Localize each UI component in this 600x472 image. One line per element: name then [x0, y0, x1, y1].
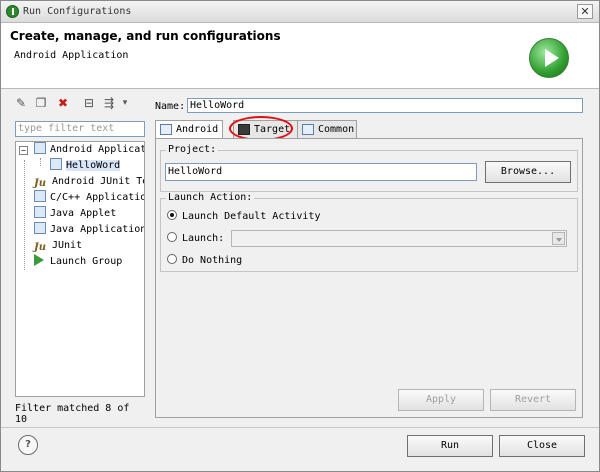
- launch-default-activity-radio[interactable]: Launch Default Activity: [167, 210, 320, 224]
- tree-item-label: HelloWord: [66, 160, 121, 171]
- radio-selected-icon: [167, 210, 177, 220]
- common-tab-icon: [302, 124, 314, 135]
- tree-guide-line: [40, 158, 41, 166]
- do-nothing-radio[interactable]: Do Nothing: [167, 254, 242, 268]
- project-label: Project:: [166, 144, 219, 155]
- configuration-editor-panel: Name: HelloWord Android Target Common Pr…: [149, 93, 593, 421]
- new-configuration-icon[interactable]: ✎: [13, 95, 29, 111]
- launch-action-group: Launch Action: Launch Default Activity L…: [160, 192, 578, 272]
- close-window-button[interactable]: ✕: [577, 4, 593, 19]
- tree-item-cpp-application[interactable]: C/C++ Applicatio: [34, 190, 145, 206]
- tree-item-label: C/C++ Applicatio: [50, 192, 145, 203]
- c-app-icon: [34, 190, 46, 202]
- radio-icon: [167, 232, 177, 242]
- collapse-all-icon[interactable]: ⊟: [81, 95, 97, 111]
- project-field[interactable]: HelloWord: [165, 163, 477, 181]
- android-tab-icon: [160, 124, 172, 135]
- tree-item-label: Android JUnit Te: [52, 176, 145, 187]
- launch-activity-radio[interactable]: Launch:: [167, 232, 224, 246]
- launch-action-label: Launch Action:: [166, 192, 255, 203]
- chevron-down-icon: [552, 232, 565, 245]
- tree-item-helloword[interactable]: HelloWord: [50, 158, 121, 174]
- tree-item-label: Java Application: [50, 224, 145, 235]
- name-field[interactable]: HelloWord: [187, 98, 583, 113]
- configuration-tree-panel: ✎ ❐ ✖ ⊟ ⇶ ▾ type filter text − Android A…: [9, 93, 145, 425]
- tab-label: Android: [176, 124, 219, 135]
- view-menu-chevron-down-icon[interactable]: ▾: [117, 95, 133, 111]
- tab-common[interactable]: Common: [297, 120, 357, 138]
- radio-label: Launch:: [182, 233, 225, 244]
- tab-label: Common: [318, 124, 355, 135]
- close-button[interactable]: Close: [499, 435, 585, 457]
- delete-icon[interactable]: ✖: [55, 95, 71, 111]
- name-label: Name:: [155, 101, 186, 112]
- footer-divider: [1, 427, 599, 428]
- tree-item-launch-group[interactable]: Launch Group: [34, 254, 122, 270]
- project-group: Project: HelloWord Browse...: [160, 144, 578, 192]
- run-button[interactable]: Run: [407, 435, 493, 457]
- title-bar: Run Configurations ✕: [1, 1, 599, 23]
- tree-item-label: Launch Group: [50, 256, 123, 267]
- tree-item-android-junit[interactable]: Ju Android JUnit Te: [34, 174, 145, 190]
- junit-icon: Ju: [34, 178, 47, 189]
- radio-label: Do Nothing: [182, 255, 243, 266]
- tree-expander[interactable]: −: [19, 146, 28, 155]
- header-subtitle: Android Application: [14, 50, 129, 61]
- android-tab-content: Project: HelloWord Browse... Launch Acti…: [155, 138, 583, 418]
- tree-item-label: Java Applet: [50, 208, 117, 219]
- tree-item-java-application[interactable]: Java Application: [34, 222, 145, 238]
- radio-icon: [167, 254, 177, 264]
- radio-label: Launch Default Activity: [182, 211, 321, 222]
- tree-item-label: Android Applicat: [50, 144, 145, 155]
- java-app-icon: [34, 222, 46, 234]
- window-title: Run Configurations: [23, 6, 132, 17]
- duplicate-icon[interactable]: ❐: [33, 95, 49, 111]
- run-banner-icon: [529, 38, 569, 78]
- tree-item-label: JUnit: [52, 240, 83, 251]
- eclipse-run-icon: [6, 5, 19, 18]
- tab-android[interactable]: Android: [155, 120, 223, 139]
- apply-button[interactable]: Apply: [398, 389, 484, 411]
- tree-item-java-applet[interactable]: Java Applet: [34, 206, 116, 222]
- tree-item-junit[interactable]: Ju JUnit: [34, 238, 82, 254]
- tree-guide-line: [24, 160, 25, 270]
- junit-icon: Ju: [34, 242, 47, 253]
- filter-status: Filter matched 8 of 10: [15, 403, 130, 425]
- revert-button[interactable]: Revert: [490, 389, 576, 411]
- help-icon[interactable]: ?: [18, 435, 38, 455]
- run-configurations-dialog: Run Configurations ✕ Create, manage, and…: [0, 0, 600, 472]
- java-applet-icon: [34, 206, 46, 218]
- launch-group-icon: [34, 254, 44, 266]
- filter-icon[interactable]: ⇶: [101, 95, 117, 111]
- header-title: Create, manage, and run configurations: [10, 29, 281, 43]
- tree-item-android-application[interactable]: Android Applicat: [34, 142, 145, 158]
- dialog-header: Create, manage, and run configurations A…: [1, 23, 599, 89]
- browse-button[interactable]: Browse...: [485, 161, 571, 183]
- activity-combo[interactable]: [231, 230, 567, 247]
- android-app-icon: [50, 158, 62, 170]
- android-app-icon: [34, 142, 46, 154]
- filter-input[interactable]: type filter text: [15, 121, 145, 137]
- configuration-tree: − Android Applicat HelloWord Ju Android J…: [15, 141, 145, 397]
